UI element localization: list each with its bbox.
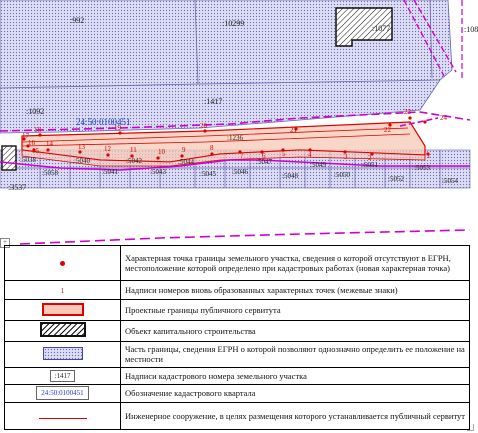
cadastral-map: :992 :10299 :1077 :1086 :1092 :1417 :353… bbox=[0, 0, 478, 245]
svg-text::5058: :5058 bbox=[42, 169, 58, 177]
servitude-area-icon bbox=[41, 302, 84, 316]
legend-text: Часть границы, сведения ЕГРН о которой п… bbox=[120, 340, 470, 369]
legend-row: Инженерное сооружение, в целях размещени… bbox=[4, 402, 470, 430]
svg-text:2: 2 bbox=[368, 154, 372, 162]
legend-row: 1 Надписи номеров вновь образованных хар… bbox=[4, 279, 470, 301]
cadastral-number: :3537 bbox=[8, 183, 26, 192]
svg-text:17: 17 bbox=[22, 132, 30, 140]
cadastral-number: :1086 bbox=[464, 25, 478, 34]
svg-text::5041: :5041 bbox=[102, 168, 118, 176]
svg-text:14: 14 bbox=[46, 140, 54, 148]
legend-table: Характерная точка границы земельного уча… bbox=[4, 245, 470, 430]
svg-text::5049: :5049 bbox=[310, 161, 326, 169]
svg-text:7: 7 bbox=[240, 152, 244, 160]
parcel-part-icon bbox=[42, 346, 83, 360]
svg-text::5040: :5040 bbox=[74, 157, 90, 165]
legend-row: 24:50:0100451 Обозначение кадастрового к… bbox=[4, 383, 470, 404]
quarter-label-sample: 24:50:0100451 bbox=[36, 386, 89, 401]
cadastral-number: :1417 bbox=[204, 97, 222, 106]
legend-row: Объект капитального строительства bbox=[4, 320, 470, 342]
svg-text::5054: :5054 bbox=[442, 177, 458, 185]
building-icon bbox=[39, 322, 86, 338]
svg-text:10: 10 bbox=[158, 148, 166, 156]
cadastral-number-sample: :1417 bbox=[49, 369, 76, 382]
svg-text:6: 6 bbox=[262, 152, 266, 160]
legend-symbol-cell bbox=[4, 340, 121, 369]
quarter-label: 24:50:0100451 bbox=[76, 117, 131, 127]
svg-text::5045: :5045 bbox=[200, 170, 216, 178]
svg-text:16: 16 bbox=[28, 139, 36, 147]
svg-text:15: 15 bbox=[32, 147, 40, 155]
cadastral-number: :1236 bbox=[227, 134, 243, 142]
legend-symbol-cell: 1 bbox=[4, 279, 121, 301]
point-number-sample: 1 bbox=[60, 286, 65, 295]
legend-row: Проектные границы публичного сервитута bbox=[4, 299, 470, 321]
red-dot-icon bbox=[60, 260, 65, 266]
svg-text:18: 18 bbox=[34, 126, 42, 134]
svg-text::5038: :5038 bbox=[20, 156, 36, 164]
legend-row: :1417 Надписи кадастрового номера земель… bbox=[4, 367, 470, 385]
svg-text:12: 12 bbox=[104, 145, 112, 153]
legend-text: Обозначение кадастрового квартала bbox=[120, 383, 470, 404]
svg-text:11: 11 bbox=[130, 146, 137, 154]
svg-text:19: 19 bbox=[114, 124, 122, 132]
svg-text:9: 9 bbox=[182, 146, 186, 154]
legend-symbol-cell: :1417 bbox=[4, 367, 121, 385]
legend-text: Характерная точка границы земельного уча… bbox=[120, 245, 470, 281]
legend-symbol-cell bbox=[4, 320, 121, 342]
svg-text::5050: :5050 bbox=[334, 171, 350, 179]
svg-text:22: 22 bbox=[384, 126, 392, 134]
svg-text:23: 23 bbox=[404, 108, 412, 116]
legend-text: Надписи кадастрового номера земельного у… bbox=[120, 367, 470, 385]
table-resize-handle[interactable] bbox=[467, 424, 474, 431]
svg-text::5042: :5042 bbox=[126, 157, 142, 165]
svg-text:5: 5 bbox=[282, 150, 286, 158]
building-left-edge bbox=[1, 145, 17, 171]
legend-symbol-cell bbox=[4, 299, 121, 321]
svg-text:20: 20 bbox=[200, 122, 208, 130]
boundary-dashed-bottom bbox=[19, 229, 471, 245]
svg-text:3: 3 bbox=[344, 153, 348, 161]
legend-text: Проектные границы публичного сервитута bbox=[120, 299, 470, 321]
legend-symbol-cell bbox=[4, 245, 121, 281]
svg-text:13: 13 bbox=[78, 143, 86, 151]
legend-text: Инженерное сооружение, в целях размещени… bbox=[120, 402, 470, 430]
legend-symbol-cell: 24:50:0100451 bbox=[4, 383, 121, 404]
cadastral-number: :1092 bbox=[26, 107, 44, 116]
svg-text::5048: :5048 bbox=[282, 172, 298, 180]
legend-row: Часть границы, сведения ЕГРН о которой п… bbox=[4, 340, 470, 369]
cadastral-number: :10299 bbox=[222, 19, 244, 28]
svg-text:21: 21 bbox=[290, 126, 298, 134]
svg-text:4: 4 bbox=[308, 151, 312, 159]
legend-row: Характерная точка границы земельного уча… bbox=[4, 245, 470, 281]
svg-text:8: 8 bbox=[210, 144, 214, 152]
svg-text::5052: :5052 bbox=[388, 175, 404, 183]
svg-text:1: 1 bbox=[427, 152, 431, 160]
cadastral-number: :992 bbox=[70, 16, 84, 25]
legend-text: Объект капитального строительства bbox=[120, 320, 470, 342]
legend-symbol-cell bbox=[4, 402, 121, 430]
engineering-line-icon bbox=[38, 418, 87, 420]
svg-text::5053: :5053 bbox=[414, 164, 430, 172]
svg-text:24: 24 bbox=[440, 114, 448, 122]
cadastral-number: :1077 bbox=[372, 24, 390, 33]
svg-text::5043: :5043 bbox=[150, 168, 166, 176]
svg-text::5044: :5044 bbox=[178, 158, 194, 166]
svg-text::5051: :5051 bbox=[362, 161, 378, 169]
svg-text::5046: :5046 bbox=[232, 168, 248, 176]
legend-text: Надписи номеров вновь образованных харак… bbox=[120, 279, 470, 301]
